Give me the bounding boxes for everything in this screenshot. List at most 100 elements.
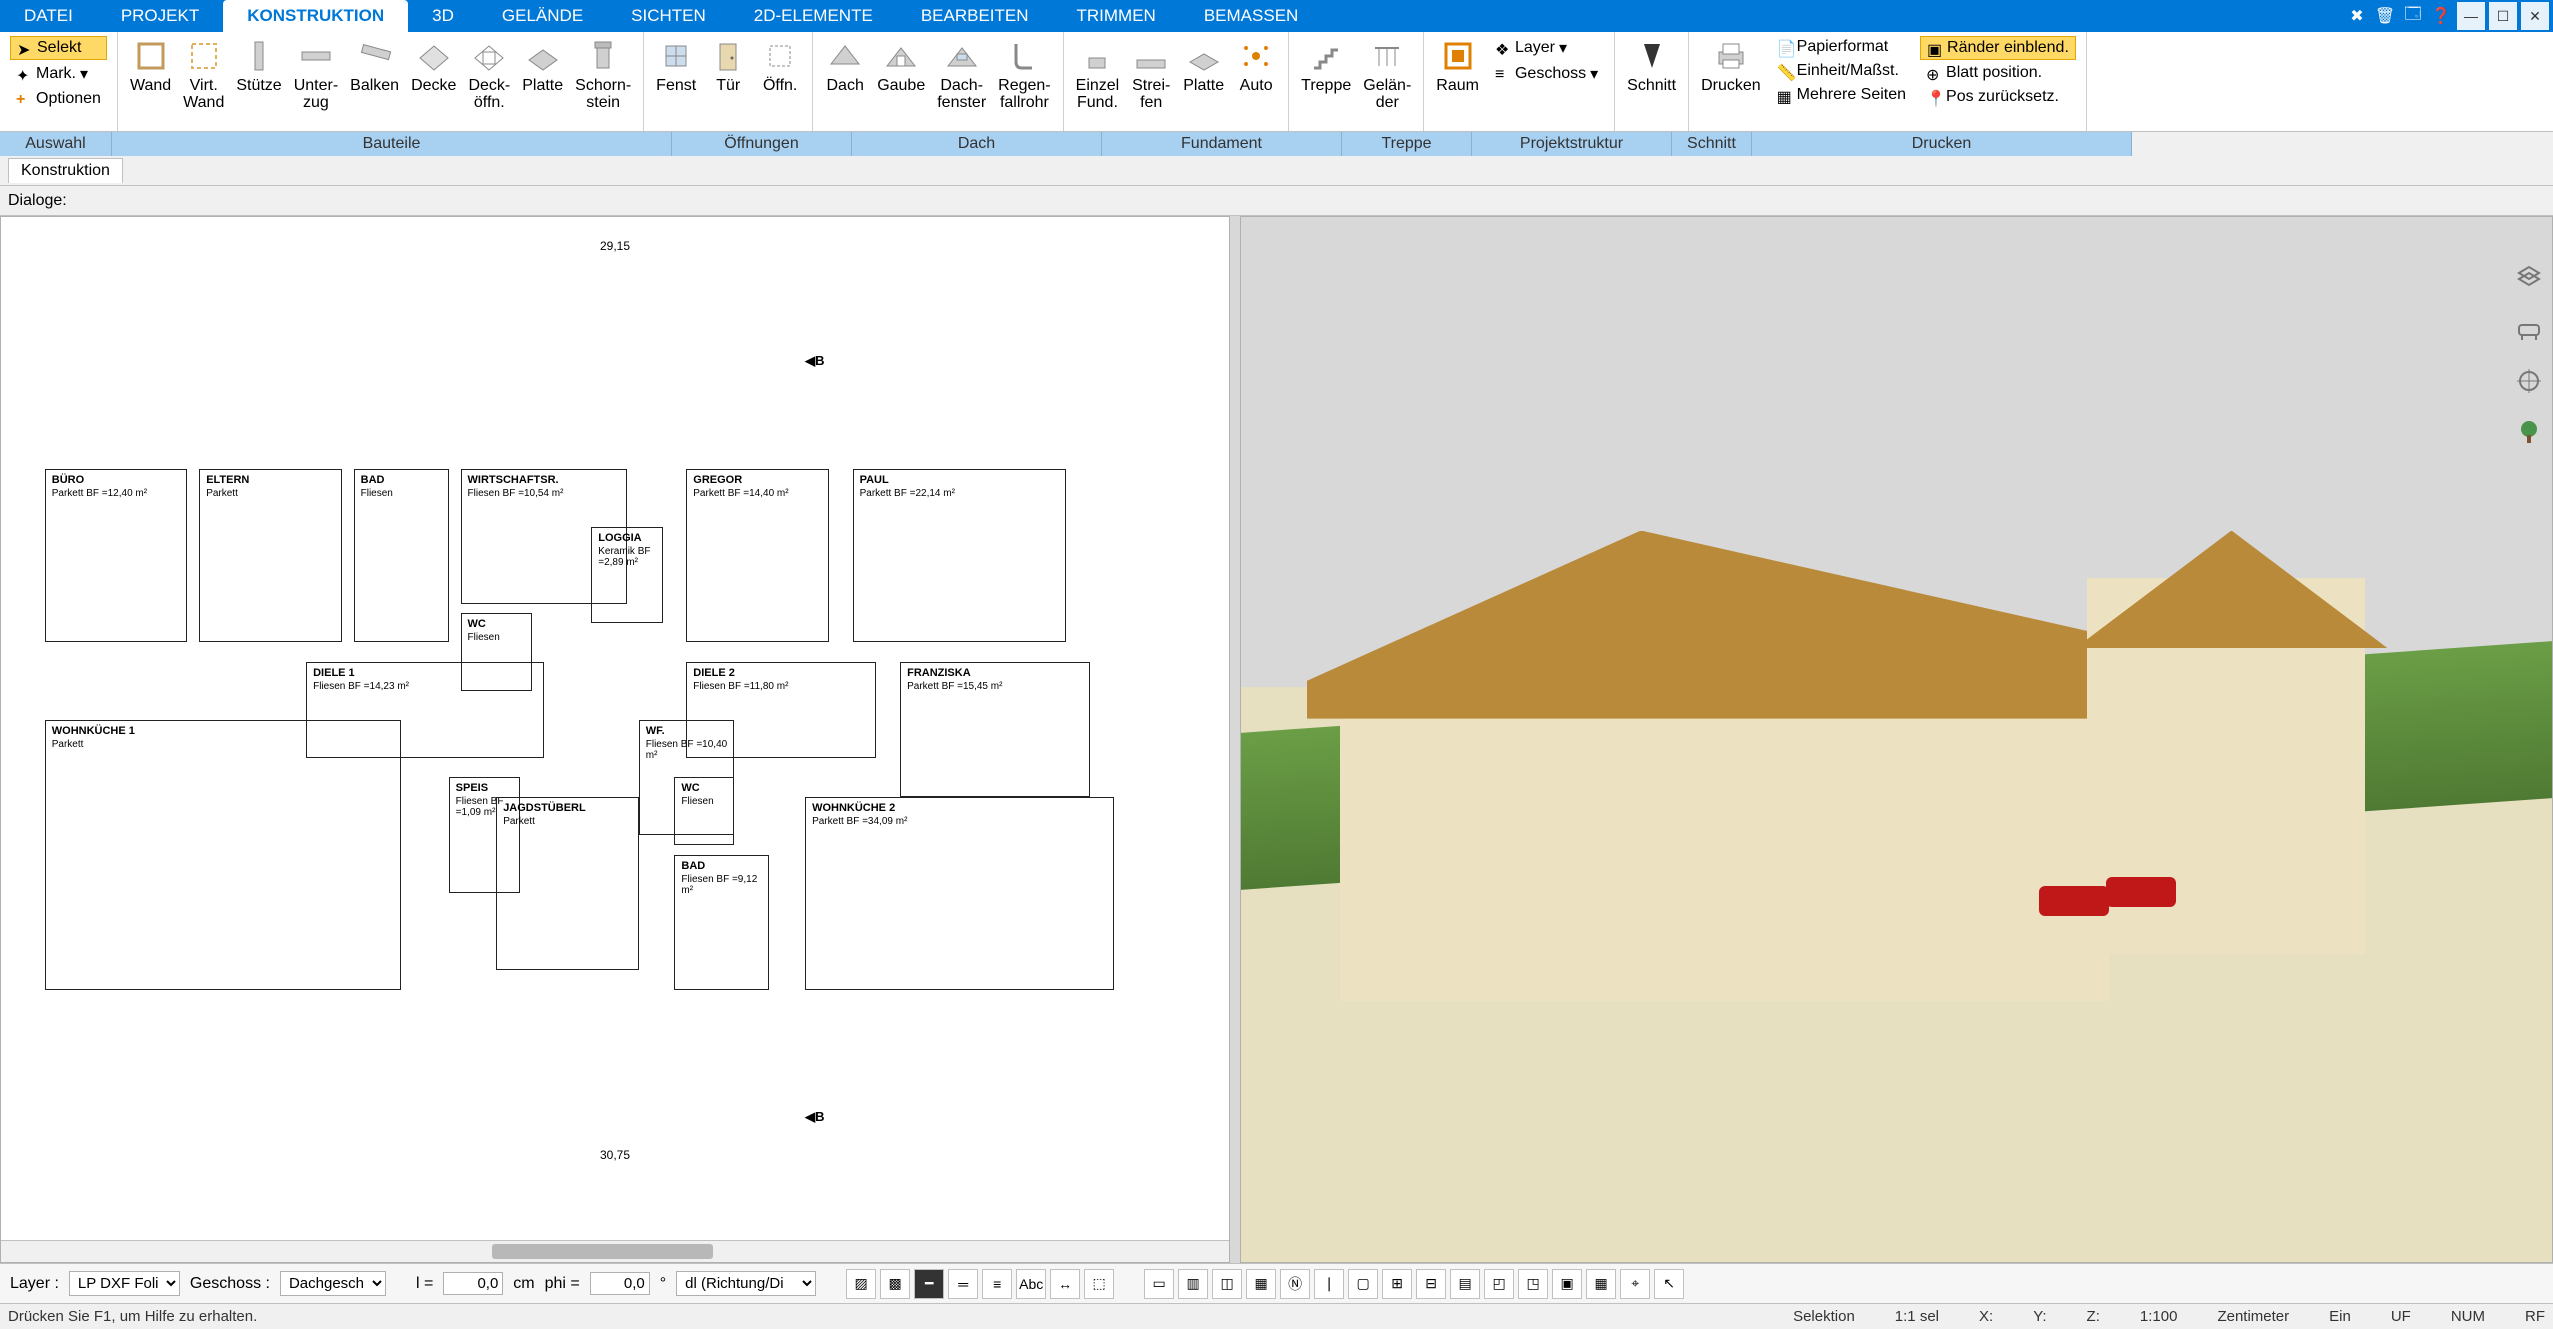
tab-bearbeiten[interactable]: BEARBEITEN [897,0,1053,32]
mode-select[interactable]: dl (Richtung/Di [676,1271,816,1296]
decke-button[interactable]: Decke [405,34,462,97]
room-franziska[interactable]: FRANZISKAParkett BF =15,45 m² [900,662,1090,797]
vb3[interactable]: ◫ [1212,1269,1242,1299]
vb8[interactable]: ⊞ [1382,1269,1412,1299]
vb11[interactable]: ◰ [1484,1269,1514,1299]
fenster-button[interactable]: Fenst [650,34,702,97]
pane-splitter[interactable] [1230,216,1240,1263]
room-wc2[interactable]: WCFliesen [674,777,733,845]
unterzug-button[interactable]: Unter- zug [288,34,344,114]
room-bad2[interactable]: BADFliesen BF =9,12 m² [674,855,769,990]
vb13[interactable]: ▣ [1552,1269,1582,1299]
fundplatte-button[interactable]: Platte [1177,34,1230,97]
room-loggia[interactable]: LOGGIAKeramik BF =2,89 m² [591,527,662,624]
raum-button[interactable]: Raum [1430,34,1485,97]
linew3-btn[interactable]: ≡ [982,1269,1012,1299]
vb2[interactable]: ▥ [1178,1269,1208,1299]
room-jagdstueberl[interactable]: JAGDSTÜBERLParkett [496,797,639,971]
room-paul[interactable]: PAULParkett BF =22,14 m² [853,469,1067,643]
tool-icon-3[interactable]: 🗔 [2401,4,2425,28]
mehrere-seiten-button[interactable]: ▦Mehrere Seiten [1771,84,1912,106]
vb16[interactable]: ↖ [1654,1269,1684,1299]
tuer-button[interactable]: Tür [702,34,754,97]
minimize-button[interactable]: — [2457,2,2485,30]
linew1-btn[interactable]: ━ [914,1269,944,1299]
tab-datei[interactable]: DATEI [0,0,97,32]
streifen-button[interactable]: Strei- fen [1125,34,1177,114]
tool-icon-2[interactable]: 🗑 [2373,4,2397,28]
tab-gelaende[interactable]: GELÄNDE [478,0,607,32]
balken-button[interactable]: Balken [344,34,405,97]
vb10[interactable]: ▤ [1450,1269,1480,1299]
tab-bemassen[interactable]: BEMASSEN [1180,0,1322,32]
3d-view-pane[interactable] [1240,216,2553,1263]
konstruktion-subtab[interactable]: Konstruktion [8,158,123,183]
vb6[interactable]: ❘ [1314,1269,1344,1299]
virt-wand-button[interactable]: Virt. Wand [177,34,230,114]
stuetze-button[interactable]: Stütze [230,34,287,97]
furniture-panel-icon[interactable] [2512,312,2546,346]
dachfenster-button[interactable]: Dach- fenster [931,34,992,114]
einheit-button[interactable]: 📏Einheit/Maßst. [1771,60,1912,82]
scrollbar-thumb[interactable] [492,1244,713,1259]
schornstein-button[interactable]: Schorn- stein [569,34,637,114]
l-input[interactable] [443,1272,503,1295]
room-bad1[interactable]: BADFliesen [354,469,449,643]
blattpos-button[interactable]: ⊕Blatt position. [1920,62,2076,84]
selekt-button[interactable]: ➤Selekt [10,36,107,60]
select-btn[interactable]: ⬚ [1084,1269,1114,1299]
vb14[interactable]: ▦ [1586,1269,1616,1299]
layers-panel-icon[interactable] [2512,260,2546,294]
mark-button[interactable]: ✦Mark. ▾ [10,62,107,86]
vb9[interactable]: ⊟ [1416,1269,1446,1299]
help-icon[interactable]: ❓ [2429,4,2453,28]
schnitt-button[interactable]: Schnitt [1621,34,1682,97]
deckoeffn-button[interactable]: Deck- öffn. [462,34,516,114]
room-wohnkueche2[interactable]: WOHNKÜCHE 2Parkett BF =34,09 m² [805,797,1114,990]
geschoss-dropdown[interactable]: ≡Geschoss ▾ [1489,62,1604,86]
vb1[interactable]: ▭ [1144,1269,1174,1299]
autofund-button[interactable]: Auto [1230,34,1282,97]
oeffn-button[interactable]: Öffn. [754,34,806,97]
gelaender-button[interactable]: Gelän- der [1357,34,1417,114]
gaube-button[interactable]: Gaube [871,34,931,97]
vb4[interactable]: ▦ [1246,1269,1276,1299]
navigate-panel-icon[interactable] [2512,364,2546,398]
dach-button[interactable]: Dach [819,34,871,97]
platte-button[interactable]: Platte [516,34,569,97]
optionen-button[interactable]: +Optionen [10,88,107,110]
vb15[interactable]: ⌖ [1620,1269,1650,1299]
linew2-btn[interactable]: ═ [948,1269,978,1299]
tab-trimmen[interactable]: TRIMMEN [1053,0,1180,32]
poszurueck-button[interactable]: 📍Pos zurücksetz. [1920,86,2076,108]
papierformat-button[interactable]: 📄Papierformat [1771,36,1912,58]
tab-3d[interactable]: 3D [408,0,478,32]
tree-panel-icon[interactable] [2512,416,2546,450]
floorplan-canvas[interactable]: 29,15 30,75 BÜROParkett BF =12,40 m² ELT… [21,237,1209,1202]
text-btn[interactable]: Abc [1016,1269,1046,1299]
tab-projekt[interactable]: PROJEKT [97,0,223,32]
wand-button[interactable]: Wand [124,34,177,97]
layer-dropdown[interactable]: ❖Layer ▾ [1489,36,1604,60]
tool-icon-1[interactable]: ✖ [2345,4,2369,28]
floorplan-hscrollbar[interactable] [1,1240,1229,1262]
layer-select[interactable]: LP DXF Foli [69,1271,180,1296]
raender-button[interactable]: ▣Ränder einblend. [1920,36,2076,60]
einzelfund-button[interactable]: Einzel Fund. [1070,34,1126,114]
vb5[interactable]: Ⓝ [1280,1269,1310,1299]
floorplan-pane[interactable]: 29,15 30,75 BÜROParkett BF =12,40 m² ELT… [0,216,1230,1263]
vb12[interactable]: ◳ [1518,1269,1548,1299]
fill-btn[interactable]: ▩ [880,1269,910,1299]
tab-konstruktion[interactable]: KONSTRUKTION [223,0,408,32]
drucken-button[interactable]: Drucken [1695,34,1767,97]
dim-btn[interactable]: ↔ [1050,1269,1080,1299]
maximize-button[interactable]: ☐ [2489,2,2517,30]
room-eltern[interactable]: ELTERNParkett [199,469,342,643]
fallrohr-button[interactable]: Regen- fallrohr [992,34,1056,114]
vb7[interactable]: ▢ [1348,1269,1378,1299]
building-model[interactable] [1307,531,2421,1001]
hatch-btn[interactable]: ▨ [846,1269,876,1299]
room-buero[interactable]: BÜROParkett BF =12,40 m² [45,469,188,643]
room-gregor[interactable]: GREGORParkett BF =14,40 m² [686,469,829,643]
close-button[interactable]: ✕ [2521,2,2549,30]
